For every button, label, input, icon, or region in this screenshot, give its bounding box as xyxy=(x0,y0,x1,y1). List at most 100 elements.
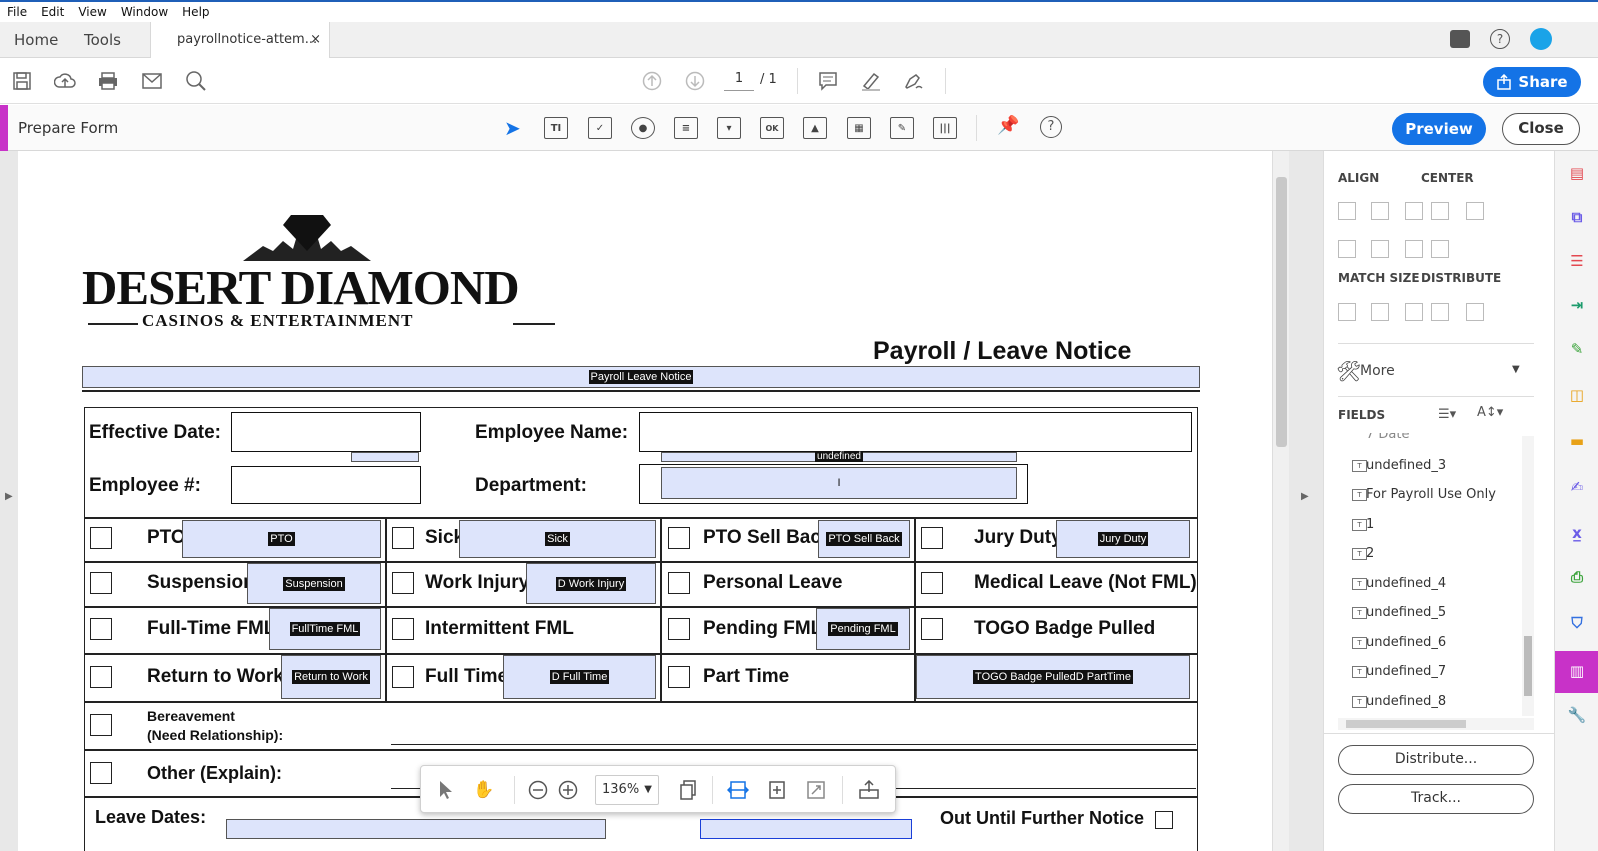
dropdown-icon[interactable]: ▾ xyxy=(717,117,741,139)
jury-duty-field[interactable]: Jury Duty xyxy=(1056,520,1190,558)
department-field[interactable]: I xyxy=(661,467,1017,499)
page-number-input[interactable]: 1 xyxy=(724,71,754,91)
list-item[interactable]: undefined_8 xyxy=(1366,694,1446,709)
checkbox-icon[interactable]: ✓ xyxy=(588,117,612,139)
export-pdf-icon[interactable]: ⇥ xyxy=(1565,293,1589,317)
page-view-icon[interactable] xyxy=(677,779,699,801)
list-item[interactable]: undefined_6 xyxy=(1366,635,1446,650)
employee-name-input[interactable] xyxy=(639,412,1192,452)
zoom-level-dropdown[interactable]: 136% ▼ xyxy=(595,775,659,805)
title-form-field[interactable]: Payroll Leave Notice xyxy=(82,366,1200,388)
organize-pages-icon[interactable]: ☰ xyxy=(1565,249,1589,273)
fit-width-icon[interactable] xyxy=(727,779,749,801)
print-icon[interactable] xyxy=(96,70,120,92)
return-to-work-checkbox[interactable] xyxy=(90,666,112,688)
pto-checkbox[interactable] xyxy=(90,527,112,549)
suspension-checkbox[interactable] xyxy=(90,572,112,594)
suspension-field[interactable]: Suspension xyxy=(247,563,381,604)
button-ok-icon[interactable]: OK xyxy=(760,117,784,139)
avatar[interactable] xyxy=(1530,28,1552,50)
align-right-icon[interactable] xyxy=(1405,202,1423,220)
tab-tools[interactable]: Tools xyxy=(84,22,121,58)
text-field-icon[interactable]: TI xyxy=(544,117,568,139)
pto-field[interactable]: PTO xyxy=(182,520,381,558)
full-time-checkbox[interactable] xyxy=(392,666,414,688)
list-box-icon[interactable]: ≡ xyxy=(674,117,698,139)
export-share-icon[interactable] xyxy=(858,779,880,801)
edit-pdf-icon[interactable]: ✎ xyxy=(1565,337,1589,361)
request-signature-icon[interactable]: x̲ xyxy=(1565,521,1589,545)
menu-file[interactable]: File xyxy=(0,5,34,19)
return-to-work-field[interactable]: Return to Work xyxy=(281,655,381,699)
collapse-right-icon[interactable]: ▶ xyxy=(1301,491,1309,502)
select-tool-icon[interactable] xyxy=(435,779,457,801)
align-bottom-icon[interactable] xyxy=(1405,240,1423,258)
jury-duty-checkbox[interactable] xyxy=(921,527,943,549)
send-for-review-icon[interactable]: ◫ xyxy=(1565,383,1589,407)
pending-fml-field[interactable]: Pending FML xyxy=(816,608,910,650)
distribute-button[interactable]: Distribute... xyxy=(1338,745,1534,775)
list-item[interactable]: undefined_5 xyxy=(1366,605,1446,620)
list-item[interactable]: undefined_3 xyxy=(1366,458,1446,473)
part-time-checkbox[interactable] xyxy=(668,666,690,688)
form-help-icon[interactable]: ? xyxy=(1040,116,1062,138)
list-item[interactable]: 1 xyxy=(1366,517,1374,532)
comment-tool-icon[interactable]: ▬ xyxy=(1565,429,1589,453)
match-width-icon[interactable] xyxy=(1338,303,1356,321)
more-dropdown[interactable]: 🛠 More ▼ xyxy=(1336,359,1540,387)
more-tools-icon[interactable]: 🔧 xyxy=(1565,703,1589,727)
align-center-icon[interactable] xyxy=(1371,202,1389,220)
undefined-field[interactable]: undefined xyxy=(661,452,1017,462)
tab-home[interactable]: Home xyxy=(14,22,58,58)
full-time-field[interactable]: D Full Time xyxy=(503,655,656,699)
personal-leave-checkbox[interactable] xyxy=(668,572,690,594)
close-form-button[interactable]: Close xyxy=(1502,113,1580,145)
fit-page-icon[interactable] xyxy=(766,779,788,801)
leave-date-from-field[interactable] xyxy=(226,819,606,839)
preview-button[interactable]: Preview xyxy=(1392,113,1486,145)
align-top-icon[interactable] xyxy=(1338,240,1356,258)
togo-parttime-field[interactable]: TOGO Badge PulledD PartTime xyxy=(916,655,1190,699)
togo-badge-checkbox[interactable] xyxy=(921,618,943,640)
intermittent-fml-checkbox[interactable] xyxy=(392,618,414,640)
prepare-form-icon[interactable]: ▥ xyxy=(1565,659,1589,683)
out-until-checkbox[interactable] xyxy=(1155,811,1173,829)
distribute-vertical-icon[interactable] xyxy=(1466,303,1484,321)
date-sub-field[interactable] xyxy=(351,452,419,462)
highlight-pen-icon[interactable] xyxy=(859,70,883,92)
fields-horizontal-scrollbar[interactable] xyxy=(1338,718,1534,730)
comment-icon[interactable] xyxy=(1450,30,1470,48)
other-checkbox[interactable] xyxy=(90,762,112,784)
sick-checkbox[interactable] xyxy=(392,527,414,549)
list-item[interactable]: For Payroll Use Only xyxy=(1366,487,1496,502)
scrollbar-thumb[interactable] xyxy=(1524,636,1532,696)
track-button[interactable]: Track... xyxy=(1338,784,1534,814)
document-scrollbar[interactable] xyxy=(1272,151,1289,851)
leave-date-to-field[interactable] xyxy=(700,819,912,839)
scan-ocr-icon[interactable]: ⎙ xyxy=(1565,565,1589,589)
center-both-icon[interactable] xyxy=(1431,240,1449,258)
email-icon[interactable] xyxy=(140,70,164,92)
select-cursor-icon[interactable]: ➤ xyxy=(504,116,521,140)
employee-number-input[interactable] xyxy=(231,466,421,504)
image-icon[interactable]: ▲ xyxy=(803,117,827,139)
align-middle-icon[interactable] xyxy=(1371,240,1389,258)
menu-window[interactable]: Window xyxy=(114,5,175,19)
protect-icon[interactable]: ⛉ xyxy=(1565,611,1589,635)
sign-pen-icon[interactable] xyxy=(902,70,926,92)
tab-document[interactable]: payrollnotice-attem... × xyxy=(150,22,330,59)
digital-signature-icon[interactable]: ✎ xyxy=(890,117,914,139)
list-item[interactable]: 2 xyxy=(1366,546,1374,561)
match-height-icon[interactable] xyxy=(1371,303,1389,321)
next-page-icon[interactable] xyxy=(683,70,707,92)
radio-button-icon[interactable]: ● xyxy=(631,117,655,139)
add-comment-icon[interactable] xyxy=(816,70,840,92)
zoom-out-icon[interactable] xyxy=(527,779,549,801)
center-horizontal-icon[interactable] xyxy=(1431,202,1449,220)
zoom-in-icon[interactable] xyxy=(557,779,579,801)
work-injury-field[interactable]: D Work Injury xyxy=(526,563,656,604)
expand-left-icon[interactable]: ▶ xyxy=(5,491,13,502)
upload-cloud-icon[interactable] xyxy=(53,70,77,92)
distribute-horizontal-icon[interactable] xyxy=(1431,303,1449,321)
sort-az-icon[interactable]: A↕▾ xyxy=(1477,405,1503,420)
